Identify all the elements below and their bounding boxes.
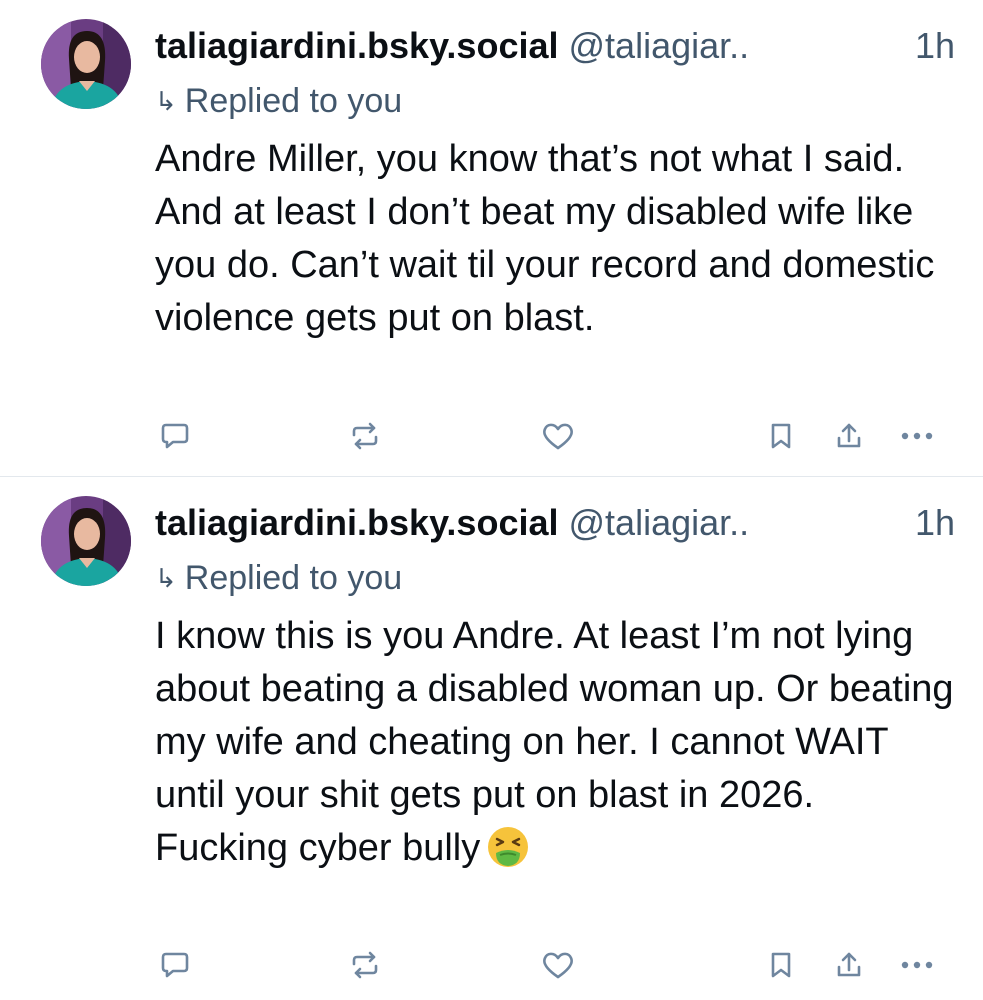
handle[interactable]: @taliagiar..: [569, 25, 750, 66]
nauseated-face-icon: [488, 827, 529, 867]
more-icon: [901, 961, 933, 969]
repost-button[interactable]: [343, 414, 387, 458]
timestamp[interactable]: 1h: [908, 22, 955, 70]
reply-label: Replied to you: [184, 559, 403, 597]
post-header: taliagiardini.bsky.social @taliagiar.. 1h: [155, 499, 955, 547]
post-text: Andre Miller, you know that’s not what I…: [155, 133, 955, 345]
bookmark-button[interactable]: [759, 414, 803, 458]
post[interactable]: taliagiardini.bsky.social @taliagiar.. 1h…: [0, 477, 983, 1000]
bookmark-icon: [771, 423, 791, 449]
like-button[interactable]: [536, 943, 580, 987]
post-actions: [155, 414, 955, 458]
bookmark-icon: [771, 952, 791, 978]
post-header: taliagiardini.bsky.social @taliagiar.. 1h: [155, 22, 955, 70]
heart-icon: [543, 952, 573, 979]
share-button[interactable]: [827, 414, 871, 458]
post[interactable]: taliagiardini.bsky.social @taliagiar.. 1h…: [0, 0, 983, 476]
more-icon: [901, 432, 933, 440]
repost-icon: [352, 951, 378, 979]
display-name[interactable]: taliagiardini.bsky.social: [155, 25, 559, 66]
avatar[interactable]: [41, 19, 131, 109]
avatar[interactable]: [41, 496, 131, 586]
more-options-button[interactable]: [895, 414, 939, 458]
reply-indicator: ↳ Replied to you: [155, 555, 402, 601]
reply-icon: [161, 423, 189, 449]
post-text-content: I know this is you Andre. At least I’m n…: [155, 615, 954, 869]
repost-icon: [352, 422, 378, 450]
repost-button[interactable]: [343, 943, 387, 987]
share-icon: [837, 423, 861, 448]
handle[interactable]: @taliagiar..: [569, 502, 750, 543]
feed: taliagiardini.bsky.social @taliagiar.. 1h…: [0, 0, 983, 1000]
display-name[interactable]: taliagiardini.bsky.social: [155, 502, 559, 543]
like-button[interactable]: [536, 414, 580, 458]
heart-icon: [543, 423, 573, 450]
reply-icon: [161, 952, 189, 978]
more-options-button[interactable]: [895, 943, 939, 987]
reply-label: Replied to you: [184, 82, 403, 120]
reply-button[interactable]: [153, 943, 197, 987]
reply-indicator: ↳ Replied to you: [155, 78, 402, 124]
reply-arrow-icon: ↳: [155, 563, 177, 593]
bookmark-button[interactable]: [759, 943, 803, 987]
share-icon: [837, 952, 861, 977]
share-button[interactable]: [827, 943, 871, 987]
reply-button[interactable]: [153, 414, 197, 458]
timestamp[interactable]: 1h: [908, 499, 955, 547]
post-text: I know this is you Andre. At least I’m n…: [155, 610, 955, 875]
post-text-content: Andre Miller, you know that’s not what I…: [155, 138, 935, 339]
reply-arrow-icon: ↳: [155, 86, 177, 116]
post-actions: [155, 943, 955, 987]
